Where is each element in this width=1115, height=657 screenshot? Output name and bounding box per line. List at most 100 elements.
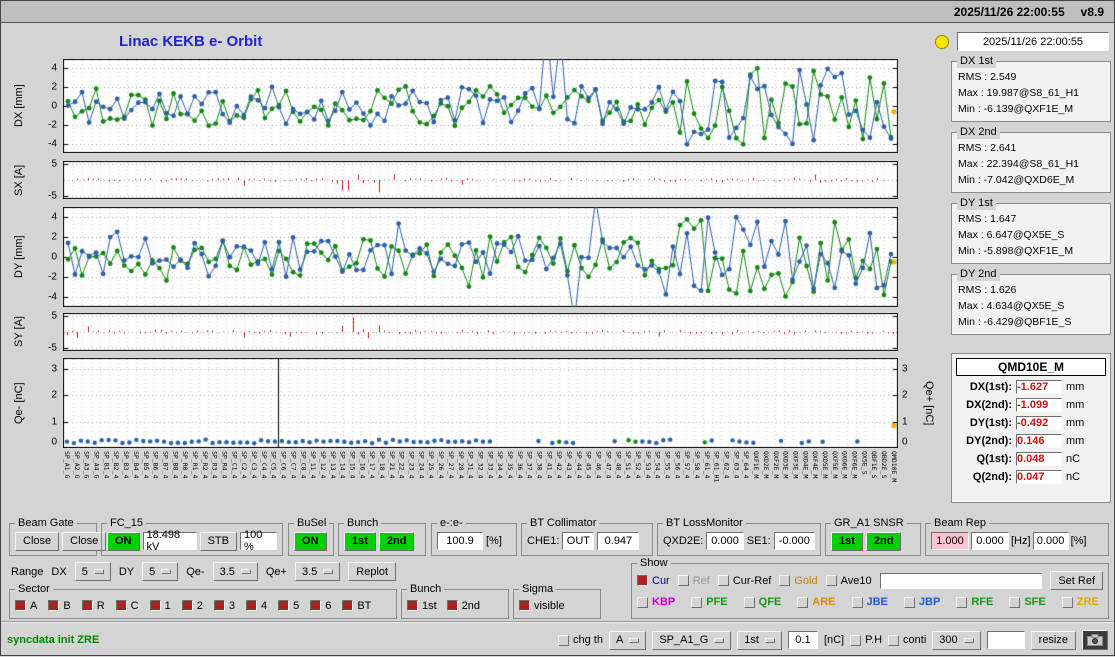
fc15-on-button[interactable]: ON (107, 532, 140, 551)
chg-th-checkbox[interactable] (558, 635, 569, 646)
show-option-item[interactable]: Gold (779, 575, 817, 587)
ph-label: P.H (865, 634, 882, 646)
show-option-item[interactable]: Cur-Ref (718, 575, 772, 587)
show-region-item[interactable]: KBP (637, 596, 675, 608)
sector-checkbox-item[interactable]: C (116, 600, 139, 612)
show-region-item[interactable]: JBE (852, 596, 888, 608)
chg-th-item[interactable]: chg th (558, 634, 603, 646)
sector-checkbox-item[interactable]: 4 (246, 600, 267, 612)
sector-checkbox-item[interactable]: 2 (182, 600, 203, 612)
show-region-checkbox[interactable] (691, 597, 702, 608)
sector-checkbox-item[interactable]: 6 (310, 600, 331, 612)
bunch-checkbox-item[interactable]: 2nd (447, 600, 480, 612)
show-region-checkbox[interactable] (904, 597, 915, 608)
fc15-group: FC_15 ON 18.498 kV STB 100 % (101, 523, 283, 556)
show-region-checkbox[interactable] (797, 597, 808, 608)
sector-checkbox[interactable] (48, 600, 59, 611)
sigma-visible-checkbox[interactable] (519, 600, 530, 611)
show-region-checkbox[interactable] (1062, 597, 1073, 608)
range-qe-minus-select[interactable]: 3.5 (213, 562, 258, 581)
show-region-checkbox[interactable] (637, 597, 648, 608)
sector-checkbox[interactable] (82, 600, 93, 611)
sector-checkbox[interactable] (342, 600, 353, 611)
show-region-label: RFE (971, 596, 993, 608)
show-option-checkbox[interactable] (779, 575, 790, 586)
bpm-name-label: QXF6E_M (851, 451, 858, 513)
sector-checkbox[interactable] (116, 600, 127, 611)
bunch-2nd-button[interactable]: 2nd (379, 532, 415, 551)
busel-on-button[interactable]: ON (294, 532, 327, 551)
ref-name-input[interactable] (880, 573, 1043, 589)
sector-checkbox[interactable] (310, 600, 321, 611)
show-region-item[interactable]: ZRE (1062, 596, 1099, 608)
beam-gate-close-button-2[interactable]: Close (62, 532, 106, 551)
interval-select[interactable]: 300 (932, 631, 980, 650)
show-option-checkbox[interactable] (718, 575, 729, 586)
set-ref-button[interactable]: Set Ref (1050, 571, 1103, 590)
dy-axis-ticks: 420-2-4 (31, 207, 59, 307)
sector-checkbox[interactable] (15, 600, 26, 611)
monitor-select[interactable]: SP_A1_G (652, 631, 731, 650)
bunch-1st-button[interactable]: 1st (344, 532, 376, 551)
sector-checkbox[interactable] (214, 600, 225, 611)
statusbar-controls: chg th A SP_A1_G 1st 0.1 [nC] P.H conti … (558, 630, 1108, 650)
show-region-item[interactable]: JBP (904, 596, 940, 608)
sector-checkbox[interactable] (278, 600, 289, 611)
show-region-item[interactable]: RFE (956, 596, 993, 608)
bunch-checkbox[interactable] (407, 600, 418, 611)
dropdown-indicator-icon (765, 638, 775, 643)
show-region-item[interactable]: PFE (691, 596, 727, 608)
sector-checkbox[interactable] (182, 600, 193, 611)
show-option-checkbox[interactable] (637, 575, 648, 586)
show-option-item[interactable]: Ave10 (826, 575, 872, 587)
ph-checkbox[interactable] (850, 635, 861, 646)
show-region-item[interactable]: QFE (744, 596, 782, 608)
sector-checkbox-item[interactable]: BT (342, 600, 371, 612)
screenshot-button[interactable] (1082, 630, 1108, 650)
snsr-2nd-button[interactable]: 2nd (866, 532, 902, 551)
sector-checkbox[interactable] (150, 600, 161, 611)
fc15-stb-button[interactable]: STB (200, 532, 237, 551)
conti-item[interactable]: conti (888, 634, 926, 646)
beam-gate-close-button-1[interactable]: Close (15, 532, 59, 551)
show-region-checkbox[interactable] (1009, 597, 1020, 608)
bpm-name-label: SP_42_4 (555, 451, 562, 513)
sector-checkbox-item[interactable]: A (15, 600, 37, 612)
count-input[interactable] (987, 631, 1025, 649)
show-option-checkbox[interactable] (678, 575, 689, 586)
show-region-item[interactable]: SFE (1009, 596, 1045, 608)
monitor-value-row: DX(2nd): -1.099 mm (956, 398, 1106, 412)
show-region-item[interactable]: ARE (797, 596, 835, 608)
bunch-number-select[interactable]: 1st (737, 631, 782, 650)
range-dx-select[interactable]: 5 (75, 562, 111, 581)
bpm-name-label: SP_11_4 (309, 451, 316, 513)
show-region-checkbox[interactable] (956, 597, 967, 608)
range-dy-label: DY (119, 566, 134, 578)
bpm-name-label: SP_48_4 (614, 451, 621, 513)
bpm-name-label: SP_53_4 (644, 451, 651, 513)
bunch-checkbox-item[interactable]: 1st (407, 600, 437, 612)
sigma-visible-item[interactable]: visible (519, 600, 565, 612)
range-dy-select[interactable]: 5 (142, 562, 178, 581)
show-option-item[interactable]: Ref (678, 575, 710, 587)
channel-select[interactable]: A (609, 631, 646, 650)
sector-checkbox-item[interactable]: 1 (150, 600, 171, 612)
show-region-checkbox[interactable] (744, 597, 755, 608)
range-qe-plus-select[interactable]: 3.5 (295, 562, 340, 581)
snsr-1st-button[interactable]: 1st (831, 532, 863, 551)
resize-button[interactable]: resize (1031, 631, 1076, 650)
sector-checkbox[interactable] (246, 600, 257, 611)
sector-checkbox-item[interactable]: 5 (278, 600, 299, 612)
conti-checkbox[interactable] (888, 635, 899, 646)
bunch-checkbox[interactable] (447, 600, 458, 611)
show-region-checkbox[interactable] (852, 597, 863, 608)
show-option-checkbox[interactable] (826, 575, 837, 586)
threshold-input[interactable]: 0.1 (788, 631, 818, 649)
monitor-name[interactable]: QMD10E_M (956, 358, 1106, 376)
ph-item[interactable]: P.H (850, 634, 882, 646)
sector-checkbox-item[interactable]: 3 (214, 600, 235, 612)
show-option-item[interactable]: Cur (637, 575, 670, 587)
sector-checkbox-item[interactable]: R (82, 600, 105, 612)
replot-button[interactable]: Replot (348, 562, 396, 581)
sector-checkbox-item[interactable]: B (48, 600, 70, 612)
